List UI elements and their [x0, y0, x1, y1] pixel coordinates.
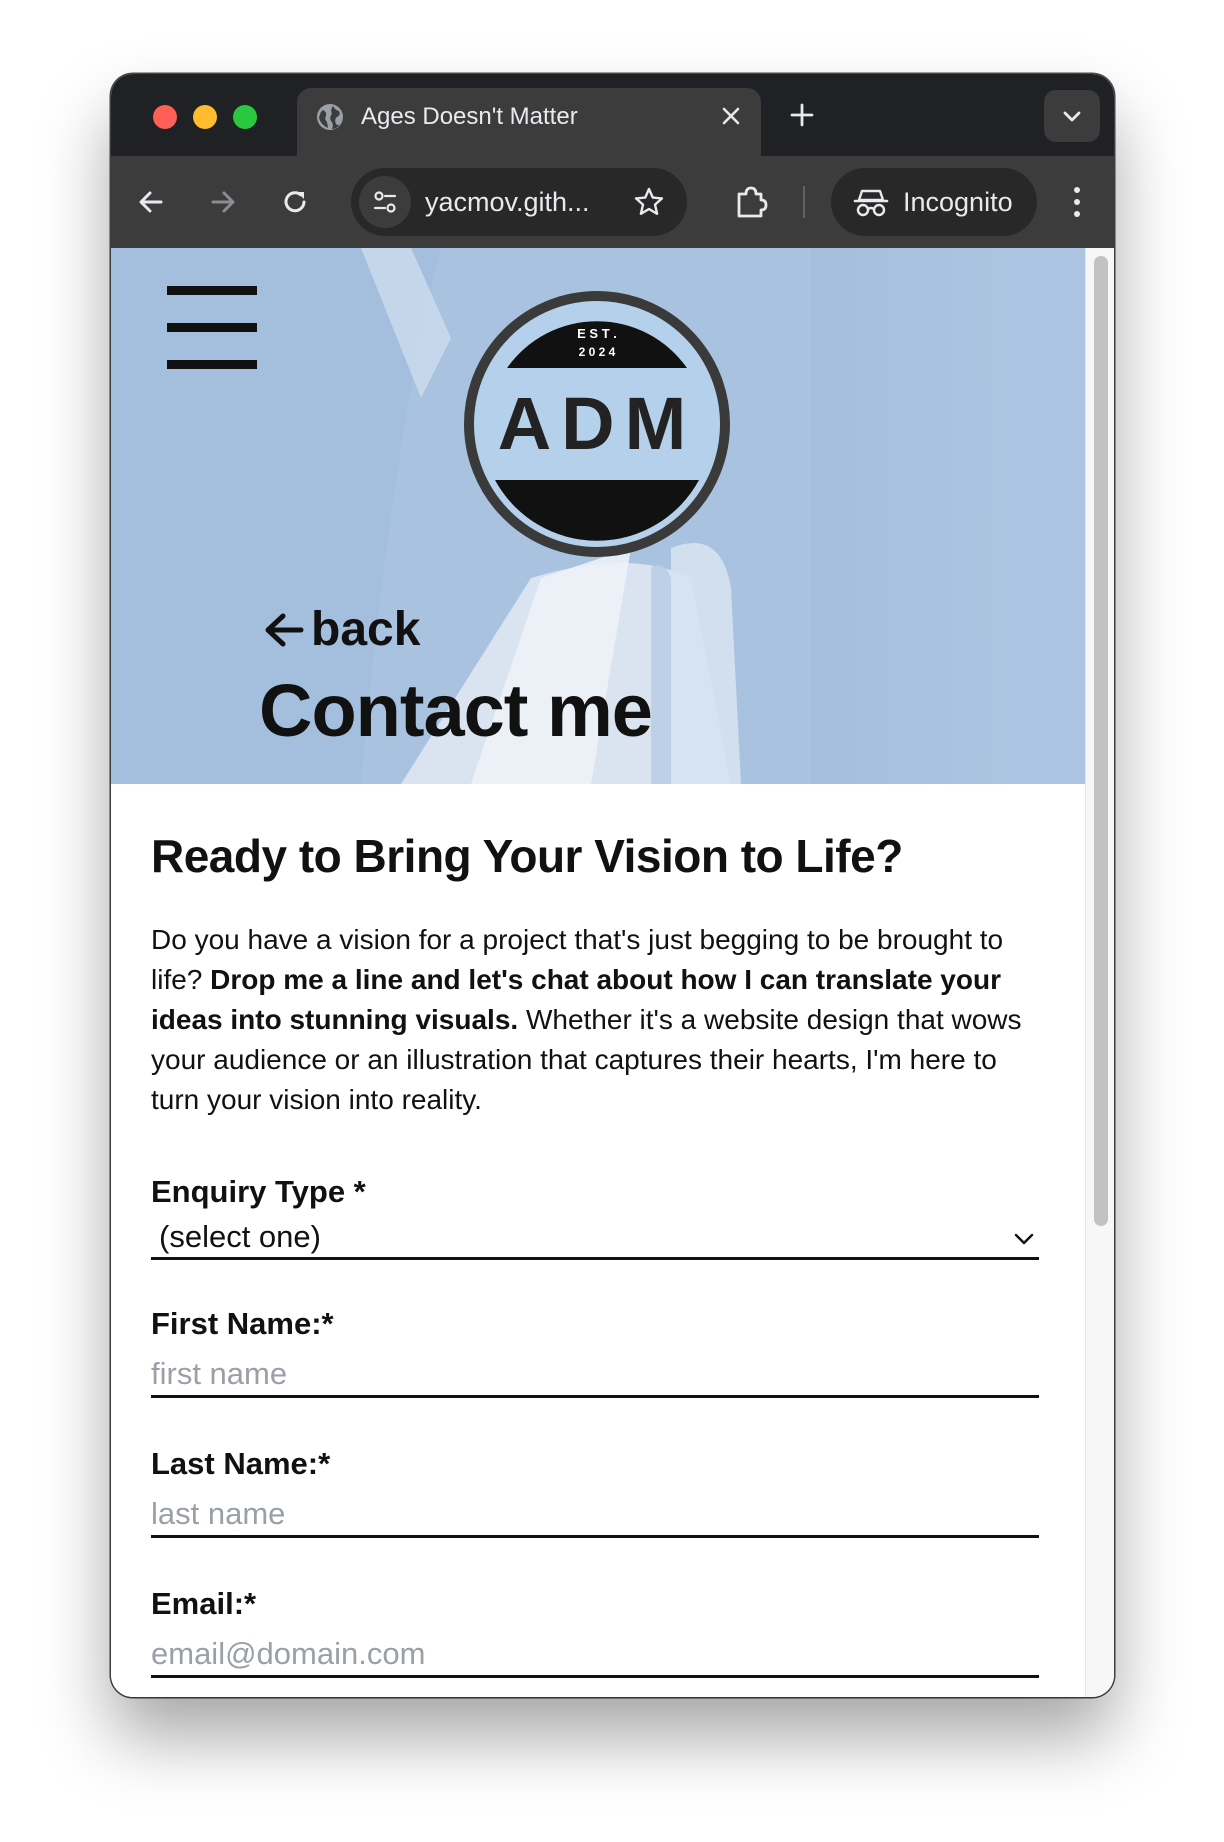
- chevron-down-icon: [1063, 111, 1081, 122]
- enquiry-type-value: (select one): [159, 1219, 321, 1254]
- enquiry-type-select[interactable]: (select one): [151, 1216, 1039, 1260]
- last-name-input[interactable]: [151, 1492, 1039, 1538]
- minimize-window-button[interactable]: [193, 105, 217, 129]
- scrollbar-track[interactable]: [1085, 248, 1114, 1697]
- tune-icon: [373, 191, 397, 213]
- svg-text:E S T .: E S T .: [577, 326, 617, 341]
- back-arrow-icon[interactable]: [133, 184, 169, 220]
- arrow-left-icon: [265, 613, 304, 647]
- close-icon[interactable]: [719, 104, 743, 128]
- adm-logo: E S T . 2 0 2 4 ADM: [464, 291, 730, 557]
- email-label: Email:*: [151, 1586, 257, 1621]
- tab-strip: Ages Doesn't Matter: [111, 74, 1114, 156]
- enquiry-type-label: Enquiry Type *: [151, 1174, 366, 1209]
- hamburger-menu-icon[interactable]: [167, 286, 257, 369]
- page-viewport: E S T . 2 0 2 4 ADM back Contact me Read…: [111, 248, 1114, 1697]
- first-name-field: First Name:*: [151, 1304, 1039, 1398]
- plus-icon[interactable]: [787, 100, 817, 130]
- hero-banner: E S T . 2 0 2 4 ADM back Contact me: [111, 248, 1085, 784]
- page-title: Contact me: [259, 669, 653, 752]
- close-window-button[interactable]: [153, 105, 177, 129]
- back-label: back: [311, 603, 421, 656]
- more-vertical-icon[interactable]: [1067, 182, 1087, 222]
- email-field: Email:*: [151, 1584, 1039, 1678]
- globe-icon: [317, 104, 343, 130]
- url-text: yacmov.gith...: [425, 187, 590, 217]
- email-input[interactable]: [151, 1632, 1039, 1678]
- forward-arrow-icon[interactable]: [205, 184, 241, 220]
- tab-title: Ages Doesn't Matter: [361, 103, 578, 130]
- last-name-label: Last Name:*: [151, 1446, 331, 1481]
- incognito-label: Incognito: [903, 187, 1013, 217]
- section-heading: Ready to Bring Your Vision to Life?: [151, 830, 903, 882]
- star-icon[interactable]: [633, 186, 665, 218]
- back-link[interactable]: back: [261, 602, 420, 658]
- toolbar-divider: [803, 186, 805, 218]
- last-name-field: Last Name:*: [151, 1444, 1039, 1538]
- incognito-button[interactable]: Incognito: [831, 168, 1037, 236]
- address-bar[interactable]: yacmov.gith...: [351, 168, 687, 236]
- extensions-puzzle-icon[interactable]: [731, 182, 771, 222]
- first-name-label: First Name:*: [151, 1306, 334, 1341]
- tab-active[interactable]: Ages Doesn't Matter: [297, 88, 761, 156]
- maximize-window-button[interactable]: [233, 105, 257, 129]
- reload-icon[interactable]: [277, 184, 313, 220]
- svg-text:2 0 2 4: 2 0 2 4: [579, 345, 616, 359]
- incognito-icon: [853, 189, 889, 217]
- svg-text:ADM: ADM: [498, 382, 697, 465]
- chevron-down-icon: [1014, 1233, 1034, 1245]
- browser-toolbar: yacmov.gith... Incognito: [111, 156, 1114, 248]
- contact-content: Ready to Bring Your Vision to Life? Do y…: [151, 784, 1045, 1678]
- tab-search-button[interactable]: [1044, 90, 1100, 142]
- browser-window: Ages Doesn't Matter yacmov.gith... Incog…: [111, 74, 1114, 1697]
- first-name-input[interactable]: [151, 1352, 1039, 1398]
- scrollbar-thumb[interactable]: [1094, 256, 1108, 1226]
- site-info-button[interactable]: [359, 176, 411, 228]
- intro-paragraph: Do you have a vision for a project that'…: [151, 920, 1041, 1120]
- enquiry-type-field: Enquiry Type * (select one): [151, 1172, 1039, 1260]
